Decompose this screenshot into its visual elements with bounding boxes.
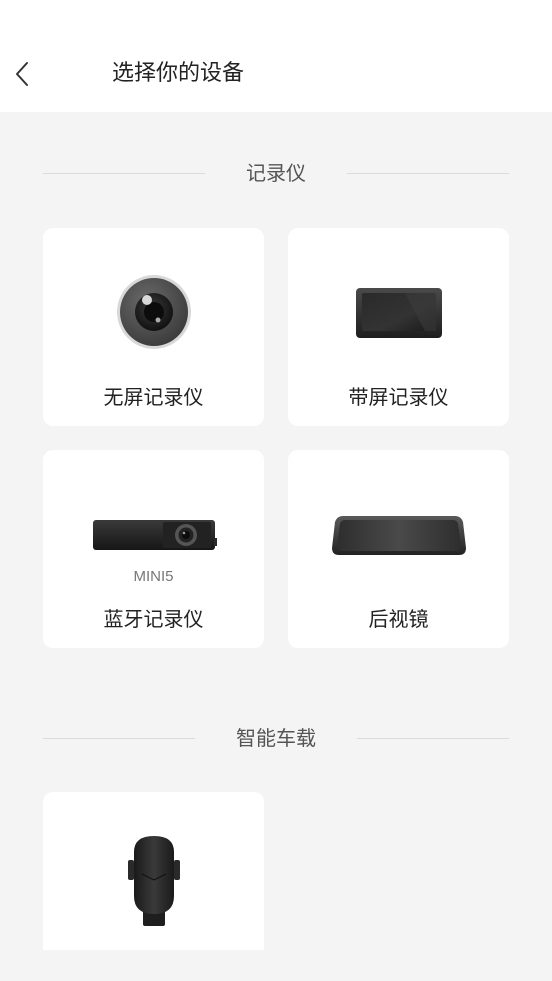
device-card-rearview-mirror[interactable]: 后视镜 [288,450,509,648]
device-card-screenless-dashcam[interactable]: 无屏记录仪 [43,228,264,426]
device-model-label: MINI5 [133,568,174,585]
device-card-screen-dashcam[interactable]: 带屏记录仪 [288,228,509,426]
chevron-left-icon [16,62,28,86]
page-title: 选择你的设备 [112,61,245,86]
device-card-car-phone-holder[interactable] [43,792,264,950]
section-header-smart-car: 智能车载 [43,723,509,753]
device-label: 后视镜 [368,607,429,631]
divider-line-right [347,173,509,174]
rearview-mirror-icon [288,514,509,558]
back-button[interactable] [4,56,40,92]
device-label: 带屏记录仪 [348,385,449,409]
device-label: 无屏记录仪 [103,385,204,409]
device-card-bluetooth-dashcam[interactable]: MINI5 蓝牙记录仪 [43,450,264,648]
divider-line-right [357,738,509,739]
dashcam-screen-icon [288,287,509,339]
car-phone-holder-icon [43,834,264,928]
device-label: 蓝牙记录仪 [103,607,204,631]
section-header-dashcam: 记录仪 [43,158,509,188]
dashcam-lens-icon [43,274,264,350]
app-header: 选择你的设备 [0,0,552,112]
bluetooth-dashcam-icon [43,516,264,552]
